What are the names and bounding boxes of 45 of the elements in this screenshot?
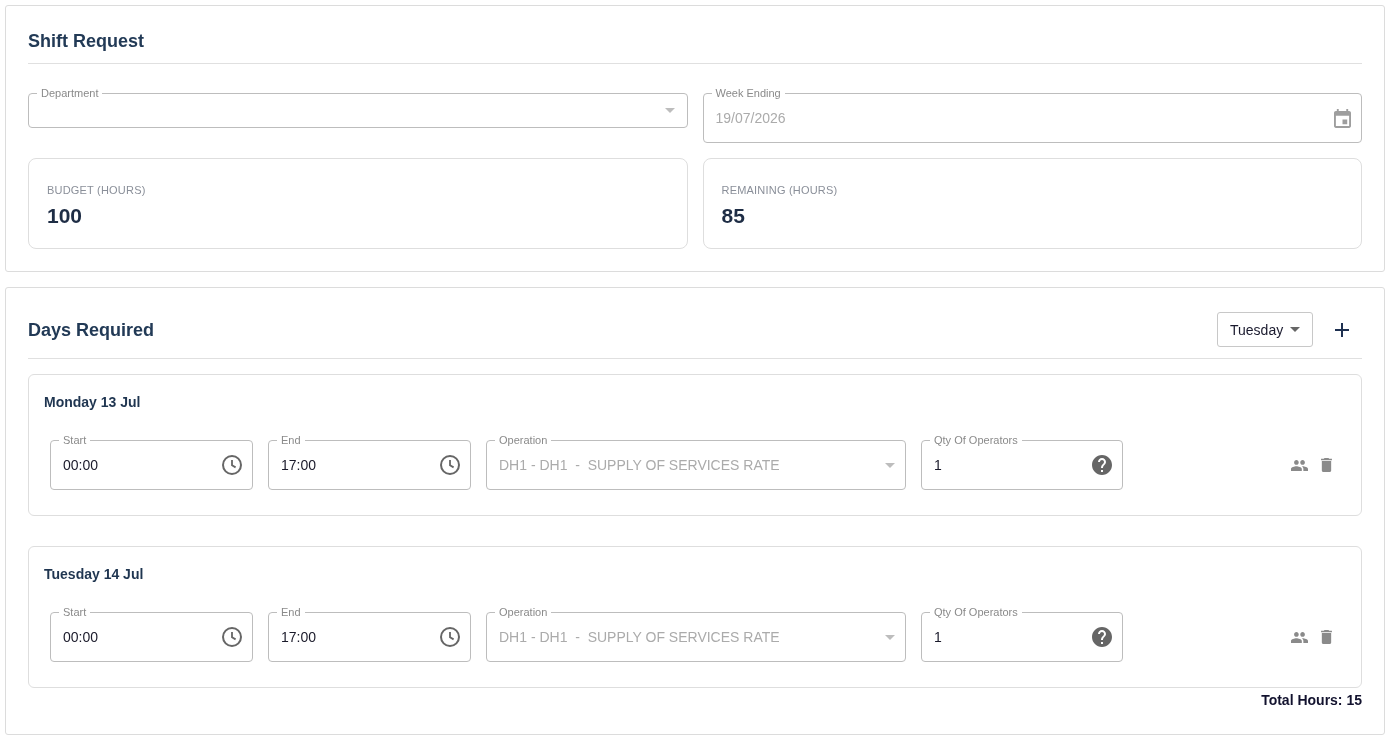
people-icon[interactable] <box>1291 459 1308 471</box>
help-icon[interactable] <box>1092 455 1112 475</box>
stat-label: REMAINING (HOURS) <box>721 183 839 197</box>
day-title: Monday 13 Jul <box>44 394 142 411</box>
clock-icon[interactable] <box>222 455 242 475</box>
field-label: Start <box>59 434 91 447</box>
caret-icon <box>664 108 675 113</box>
total-hours: Total Hours: 15 <box>1261 692 1362 709</box>
trash-icon[interactable] <box>1321 458 1332 472</box>
field-label: End <box>277 434 305 447</box>
panel-title: Shift Request <box>28 30 145 52</box>
stat-label: BUDGET (HOURS) <box>47 183 147 197</box>
clock-icon[interactable] <box>222 627 242 647</box>
field-value: 1 <box>934 457 942 473</box>
field-value: 17:00 <box>281 457 317 473</box>
panel-title: Days Required <box>28 318 156 341</box>
field-value: 00:00 <box>63 629 99 645</box>
caret-icon <box>885 462 895 468</box>
stat-value: 100 <box>47 203 84 229</box>
field-label: Operation <box>495 606 552 619</box>
field-label: Operation <box>495 434 552 447</box>
field-value: 17:00 <box>281 629 317 645</box>
trash-icon[interactable] <box>1321 630 1332 644</box>
day-dropdown[interactable]: Tuesday <box>1217 312 1313 347</box>
field-label: Qty Of Operators <box>930 606 1022 619</box>
field-value: 19/07/2026 <box>715 110 786 126</box>
clock-icon[interactable] <box>440 455 460 475</box>
stat-value: 85 <box>721 203 746 229</box>
field-value: 00:00 <box>63 457 99 473</box>
caret-icon <box>1290 327 1300 332</box>
field-label: End <box>277 606 305 619</box>
help-icon[interactable] <box>1092 627 1112 647</box>
field-value: DH1 - DH1 - SUPPLY OF SERVICES RATE <box>499 629 780 645</box>
calendar-icon[interactable] <box>1334 108 1351 128</box>
field-label: Week Ending <box>711 87 785 100</box>
day-title: Tuesday 14 Jul <box>44 566 145 583</box>
people-icon[interactable] <box>1291 631 1308 643</box>
field-label: Department <box>37 87 103 100</box>
field-value: DH1 - DH1 - SUPPLY OF SERVICES RATE <box>499 457 780 473</box>
caret-icon <box>885 634 895 640</box>
field-label: Qty Of Operators <box>930 434 1022 447</box>
clock-icon[interactable] <box>440 627 460 647</box>
field-label: Start <box>59 606 91 619</box>
field-value: 1 <box>934 629 942 645</box>
plus-icon[interactable] <box>1335 322 1349 337</box>
